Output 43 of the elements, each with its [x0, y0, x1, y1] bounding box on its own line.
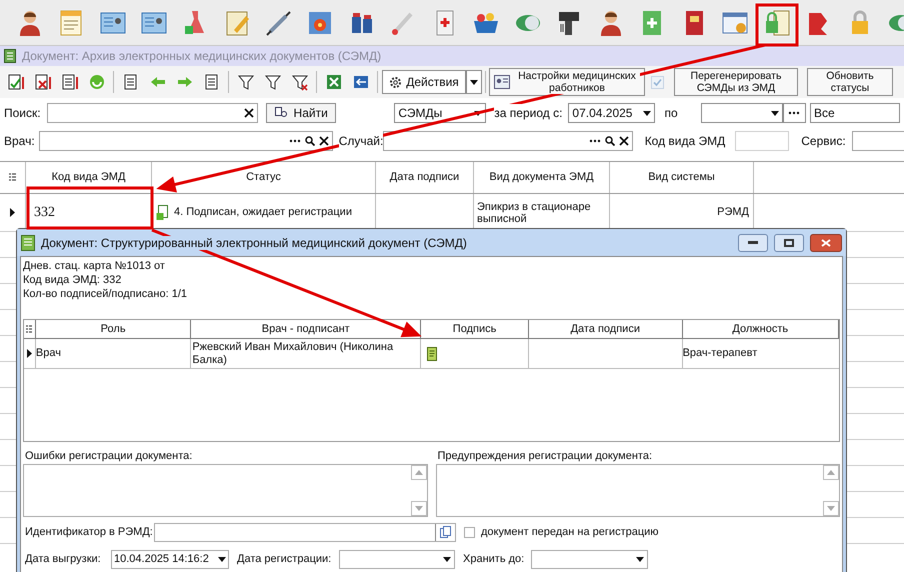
- table-cell-text: РЭМД: [717, 205, 749, 220]
- search-label: Поиск:: [4, 105, 42, 122]
- refresh-statuses-button[interactable]: Обновить статусы: [807, 68, 893, 96]
- regenerate-button[interactable]: Перегенерировать СЭМДы из ЭМД: [674, 68, 798, 96]
- to-label: по: [664, 105, 679, 122]
- info-line: Кол-во подписей/подписано: 1/1: [23, 287, 187, 301]
- settings-button[interactable]: Настройки медицинских работников: [489, 68, 645, 96]
- identifier-label: Идентификатор в РЭМД:: [24, 524, 154, 540]
- section-label: Ошибки регистрации документа:: [24, 449, 194, 462]
- table-cell-text: 332: [34, 204, 55, 222]
- checkbox-label: документ передан на регистрацию: [481, 524, 659, 540]
- export-date-label: Дата выгрузки:: [24, 552, 102, 567]
- column-header[interactable]: Должность: [682, 320, 839, 338]
- column-header[interactable]: Дата подписи: [529, 320, 683, 338]
- export-date-field[interactable]: 10.04.2025 14:16:2: [111, 550, 229, 568]
- date-from-field[interactable]: 07.04.2025: [568, 103, 655, 123]
- actions-button[interactable]: Действия: [382, 70, 466, 94]
- document-type-dropdown[interactable]: СЭМДы: [394, 103, 486, 123]
- doctor-label: Врач:: [4, 133, 36, 150]
- column-header[interactable]: Подпись: [421, 320, 530, 338]
- column-header[interactable]: Дата подписи: [376, 162, 474, 193]
- table-cell: Врач-терапевт: [682, 347, 758, 360]
- column-header[interactable]: Код вида ЭМД: [26, 162, 152, 193]
- period-label: за период с:: [494, 104, 562, 122]
- scope-dropdown[interactable]: Все: [810, 103, 900, 123]
- table-cell-text: Ржевский Иван Михайлович (Николина Балка): [192, 340, 394, 366]
- case-label: Случай:: [338, 132, 383, 150]
- column-header[interactable]: Вид документа ЭМД: [474, 162, 610, 193]
- service-label: Сервис:: [801, 133, 846, 150]
- column-header[interactable]: Вид системы: [610, 162, 754, 193]
- dialog-title: Документ: Структурированный электронный медицинский документ (СЭМД): [41, 236, 467, 250]
- table-cell: Врач: [36, 347, 61, 360]
- column-header[interactable]: Роль: [36, 320, 192, 338]
- window-title: Документ: Архив электронных медицинских документов (СЭМД): [22, 48, 382, 65]
- find-button[interactable]: Найти: [266, 103, 336, 123]
- registration-date-label: Дата регистрации:: [237, 552, 332, 567]
- table-cell-text: 4. Подписан, ожидает регистрации: [174, 205, 352, 220]
- keep-until-label: Хранить до:: [463, 552, 526, 567]
- table-cell-text: Эпикриз в стационаре выписной: [477, 200, 592, 224]
- section-label: Предупреждения регистрации документа:: [436, 449, 654, 462]
- info-line: Днев. стац. карта №1013 от: [23, 259, 165, 273]
- info-line: Код вида ЭМД: 332: [23, 273, 122, 287]
- emd-code-label: Код вида ЭМД: [644, 133, 726, 150]
